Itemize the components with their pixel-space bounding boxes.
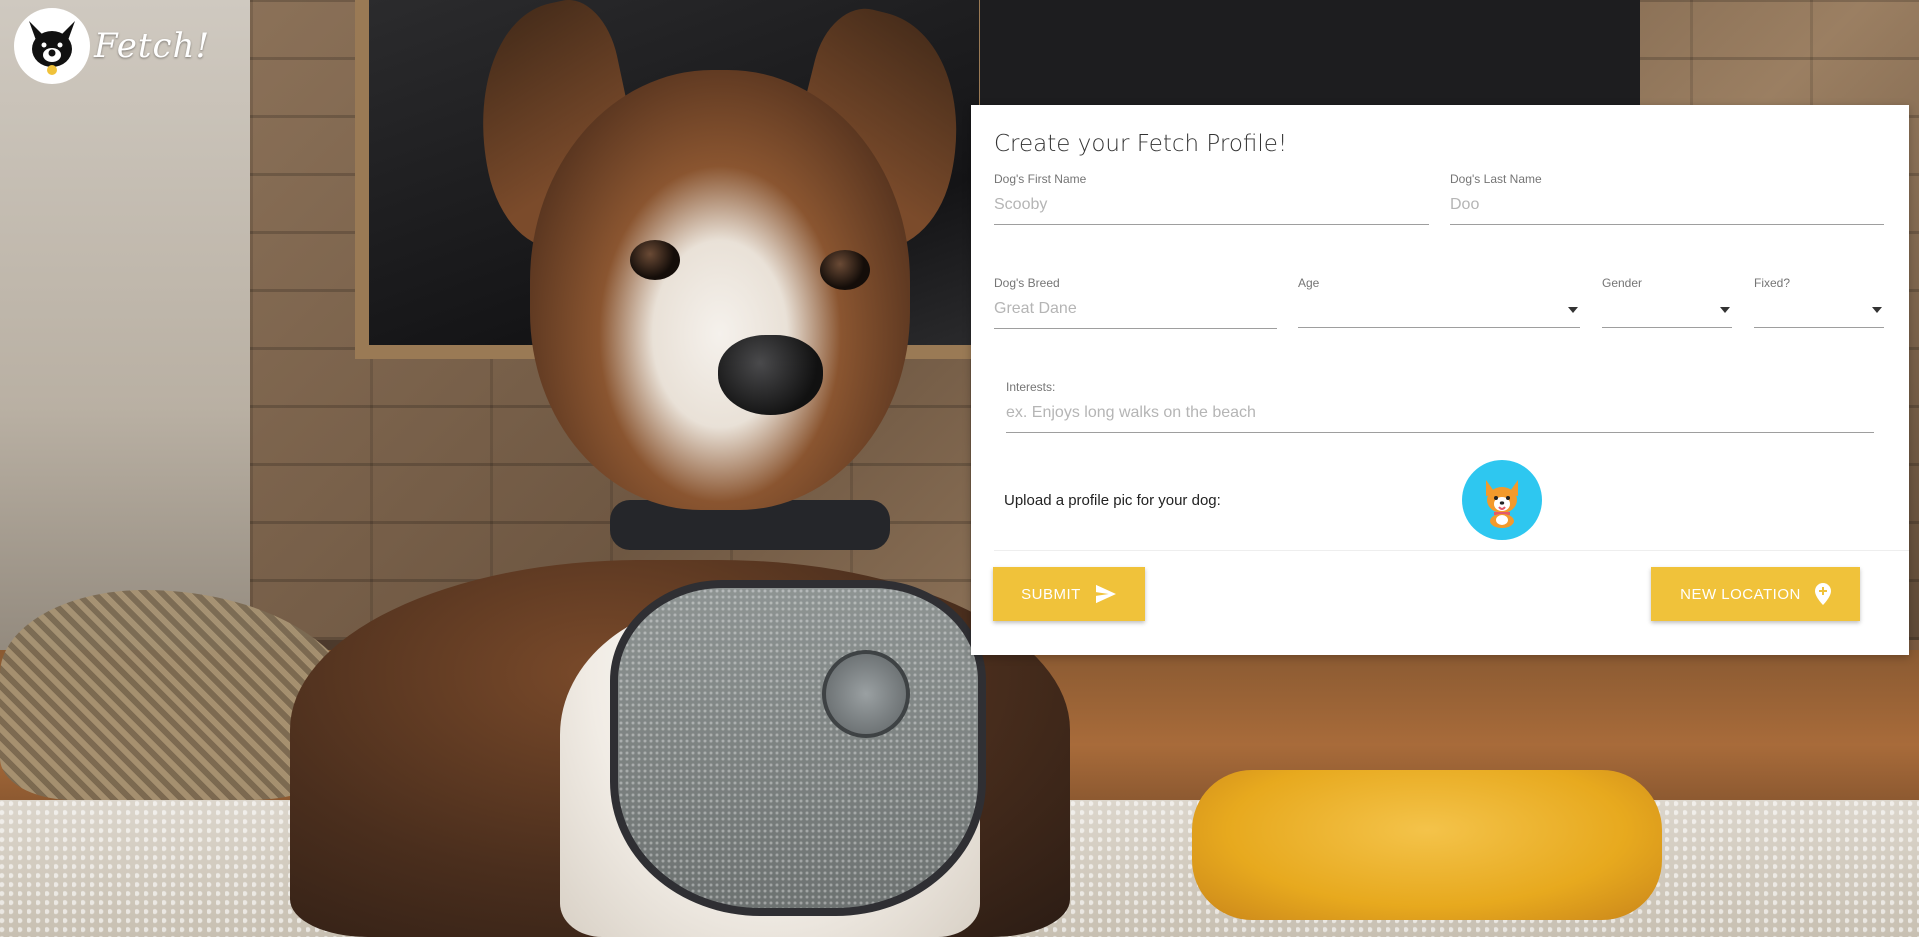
fixed-field: Fixed? [1754,276,1884,328]
first-name-label: Dog's First Name [994,172,1087,186]
profile-form-card: Create your Fetch Profile! Dog's First N… [971,105,1909,655]
submit-label: SUBMIT [1021,585,1081,603]
fixed-label: Fixed? [1754,276,1791,290]
age-field: Age [1298,276,1580,328]
first-name-input[interactable] [994,194,1429,225]
upload-label: Upload a profile pic for your dog: [1004,492,1221,509]
first-name-field: Dog's First Name [994,172,1429,225]
form-title: Create your Fetch Profile! [994,131,1288,157]
logo-text: Fetch! [94,26,211,66]
chevron-down-icon [1568,307,1578,313]
dog-logo-icon [14,8,90,84]
new-location-button[interactable]: NEW LOCATION [1651,567,1860,621]
form-divider [994,550,1909,551]
breed-input[interactable] [994,298,1277,329]
map-pin-add-icon [1814,583,1831,605]
interests-field: Interests: [1006,380,1874,433]
breed-field: Dog's Breed [994,276,1277,329]
gender-field: Gender [1602,276,1732,328]
last-name-field: Dog's Last Name [1450,172,1884,225]
submit-button[interactable]: SUBMIT [993,567,1145,621]
interests-input[interactable] [1006,402,1874,433]
profile-pic-upload[interactable] [1462,460,1542,540]
app-logo[interactable]: Fetch! [14,8,210,84]
breed-label: Dog's Breed [994,276,1060,290]
corgi-avatar-icon [1486,480,1518,528]
last-name-input[interactable] [1450,194,1884,225]
last-name-label: Dog's Last Name [1450,172,1542,186]
send-icon [1095,584,1116,604]
chevron-down-icon [1720,307,1730,313]
chevron-down-icon [1872,307,1882,313]
new-location-label: NEW LOCATION [1680,585,1801,603]
fixed-select[interactable] [1754,298,1884,328]
app-root: Fetch! Create your Fetch Profile! Dog's … [0,0,1919,937]
interests-label: Interests: [1006,380,1056,394]
gender-label: Gender [1602,276,1643,290]
gender-select[interactable] [1602,298,1732,328]
age-label: Age [1298,276,1320,290]
age-select[interactable] [1298,298,1580,328]
